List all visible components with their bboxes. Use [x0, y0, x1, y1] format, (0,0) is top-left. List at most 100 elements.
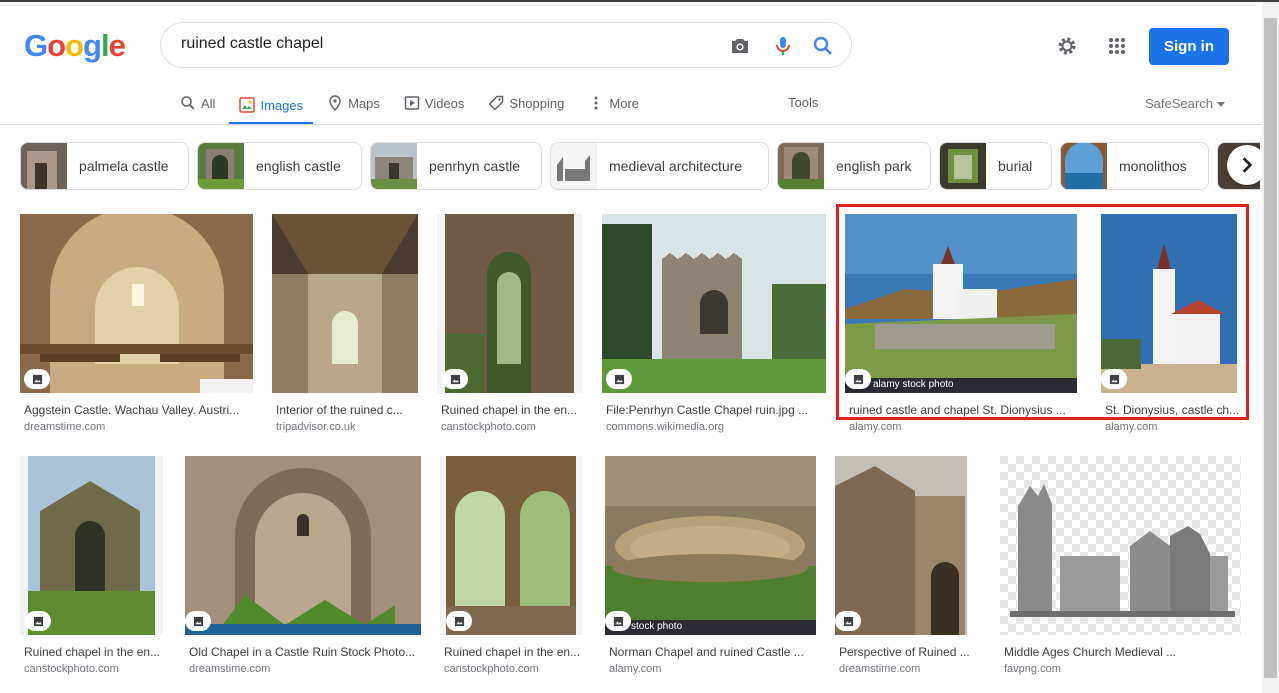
search-icon[interactable] — [811, 34, 835, 58]
tab-images[interactable]: Images — [229, 88, 314, 125]
result-title[interactable]: Perspective of Ruined ... — [839, 645, 981, 659]
caret-down-icon — [1216, 102, 1225, 107]
result-thumbnail — [185, 456, 421, 635]
chip-label: burial — [998, 158, 1033, 174]
result-source[interactable]: canstockphoto.com — [441, 421, 536, 433]
tab-label: Images — [260, 97, 304, 113]
chip-thumbnail — [778, 143, 824, 189]
scrollbar-thumb[interactable] — [1264, 18, 1277, 678]
result-title[interactable]: Ruined chapel in the en... — [441, 403, 582, 417]
microphone-icon[interactable] — [771, 34, 795, 58]
google-logo[interactable]: Google — [24, 28, 126, 64]
image-result[interactable]: Ruined chapel in the en... canstockphoto… — [440, 456, 582, 678]
result-title[interactable]: Interior of the ruined c... — [276, 403, 418, 417]
image-icon — [239, 97, 256, 113]
play-icon — [404, 96, 420, 110]
chip-burial[interactable]: burial — [939, 142, 1052, 190]
tab-label: Shopping — [509, 95, 565, 111]
logo-letter: o — [65, 28, 84, 63]
result-source[interactable]: canstockphoto.com — [444, 663, 539, 675]
image-result[interactable]: Ruined chapel in the en... canstockphoto… — [437, 214, 582, 436]
search-icon — [181, 96, 195, 110]
image-result[interactable]: Middle Ages Church Medieval ... favpng.c… — [1000, 456, 1241, 678]
map-pin-icon — [329, 95, 341, 111]
watermark-text: stock photo — [631, 621, 683, 632]
settings-gear-icon[interactable] — [1055, 34, 1079, 58]
result-title[interactable]: Aggstein Castle. Wachau Valley. Austri..… — [24, 403, 253, 417]
result-source[interactable]: dreamstime.com — [189, 663, 270, 675]
image-result[interactable]: Perspective of Ruined ... dreamstime.com — [835, 456, 981, 678]
logo-letter: e — [108, 28, 126, 63]
tab-videos[interactable]: Videos — [404, 88, 464, 118]
chevron-right-icon — [1242, 157, 1253, 173]
chip-monolithos[interactable]: monolithos — [1060, 142, 1209, 190]
image-badge-icon — [185, 611, 211, 631]
sign-in-button[interactable]: Sign in — [1149, 28, 1229, 65]
logo-letter: G — [24, 28, 48, 63]
result-source[interactable]: dreamstime.com — [24, 421, 105, 433]
image-result[interactable]: Aggstein Castle. Wachau Valley. Austri..… — [20, 214, 253, 436]
chip-label: english park — [836, 158, 912, 174]
logo-letter: l — [100, 28, 110, 63]
logo-letter: g — [83, 28, 102, 63]
result-title[interactable]: Middle Ages Church Medieval ... — [1004, 645, 1241, 659]
result-thumbnail — [602, 214, 826, 393]
result-thumbnail — [1000, 456, 1241, 635]
more-vert-icon — [594, 96, 598, 110]
chip-english-park[interactable]: english park — [777, 142, 931, 190]
tag-icon — [488, 95, 504, 111]
image-result[interactable]: stock photo Norman Chapel and ruined Cas… — [605, 456, 816, 678]
chip-english-castle[interactable]: english castle — [197, 142, 362, 190]
result-source[interactable]: commons.wikimedia.org — [606, 421, 724, 433]
image-badge-icon — [446, 611, 472, 631]
search-box — [160, 22, 852, 68]
result-title[interactable]: File:Penrhyn Castle Chapel ruin.jpg ... — [606, 403, 826, 417]
result-title[interactable]: Ruined chapel in the en... — [444, 645, 582, 659]
image-result[interactable]: Ruined chapel in the en... canstockphoto… — [20, 456, 163, 678]
tab-shopping[interactable]: Shopping — [488, 88, 564, 118]
chip-penrhyn-castle[interactable]: penrhyn castle — [370, 142, 542, 190]
camera-icon[interactable] — [728, 34, 752, 58]
tab-label: All — [201, 95, 216, 111]
result-thumbnail — [440, 456, 582, 635]
chip-label: english castle — [256, 158, 341, 174]
image-result[interactable]: Old Chapel in a Castle Ruin Stock Photo.… — [185, 456, 421, 678]
result-source[interactable]: alamy.com — [1105, 421, 1157, 433]
safesearch-dropdown[interactable]: SafeSearch — [1145, 96, 1225, 111]
tab-more[interactable]: More — [588, 88, 639, 118]
tab-all[interactable]: All — [180, 88, 215, 118]
chip-label: monolithos — [1119, 158, 1187, 174]
image-badge-icon — [606, 369, 632, 389]
image-result[interactable]: File:Penrhyn Castle Chapel ruin.jpg ... … — [602, 214, 826, 436]
result-source[interactable]: favpng.com — [1004, 663, 1061, 675]
result-source[interactable]: tripadvisor.co.uk — [276, 421, 355, 433]
selection-highlight-box — [836, 204, 1249, 420]
apps-grid-icon[interactable] — [1105, 34, 1129, 58]
image-badge-icon — [442, 369, 468, 389]
tab-label: Maps — [348, 95, 380, 111]
result-source[interactable]: alamy.com — [849, 421, 901, 433]
result-source[interactable]: dreamstime.com — [839, 663, 920, 675]
related-chips: palmela castle english castle penrhyn ca… — [20, 142, 1260, 190]
result-thumbnail — [20, 456, 163, 635]
logo-letter: o — [47, 28, 66, 63]
result-thumbnail — [20, 214, 253, 393]
chip-thumbnail — [21, 143, 67, 189]
image-result[interactable]: Interior of the ruined c... tripadvisor.… — [272, 214, 418, 436]
chips-next-button[interactable] — [1227, 145, 1267, 185]
result-source[interactable]: canstockphoto.com — [24, 663, 119, 675]
search-input[interactable] — [181, 35, 701, 53]
chip-thumbnail — [198, 143, 244, 189]
chip-label: penrhyn castle — [429, 158, 521, 174]
header-divider — [0, 124, 1262, 125]
result-thumbnail — [835, 456, 981, 635]
chip-medieval-architecture[interactable]: medieval architecture — [550, 142, 769, 190]
result-title[interactable]: Ruined chapel in the en... — [24, 645, 163, 659]
chip-palmela-castle[interactable]: palmela castle — [20, 142, 189, 190]
chip-thumbnail — [371, 143, 417, 189]
result-source[interactable]: alamy.com — [609, 663, 661, 675]
tools-button[interactable]: Tools — [788, 95, 818, 110]
result-title[interactable]: Norman Chapel and ruined Castle ... — [609, 645, 816, 659]
tab-maps[interactable]: Maps — [327, 88, 380, 118]
result-title[interactable]: Old Chapel in a Castle Ruin Stock Photo.… — [189, 645, 421, 659]
